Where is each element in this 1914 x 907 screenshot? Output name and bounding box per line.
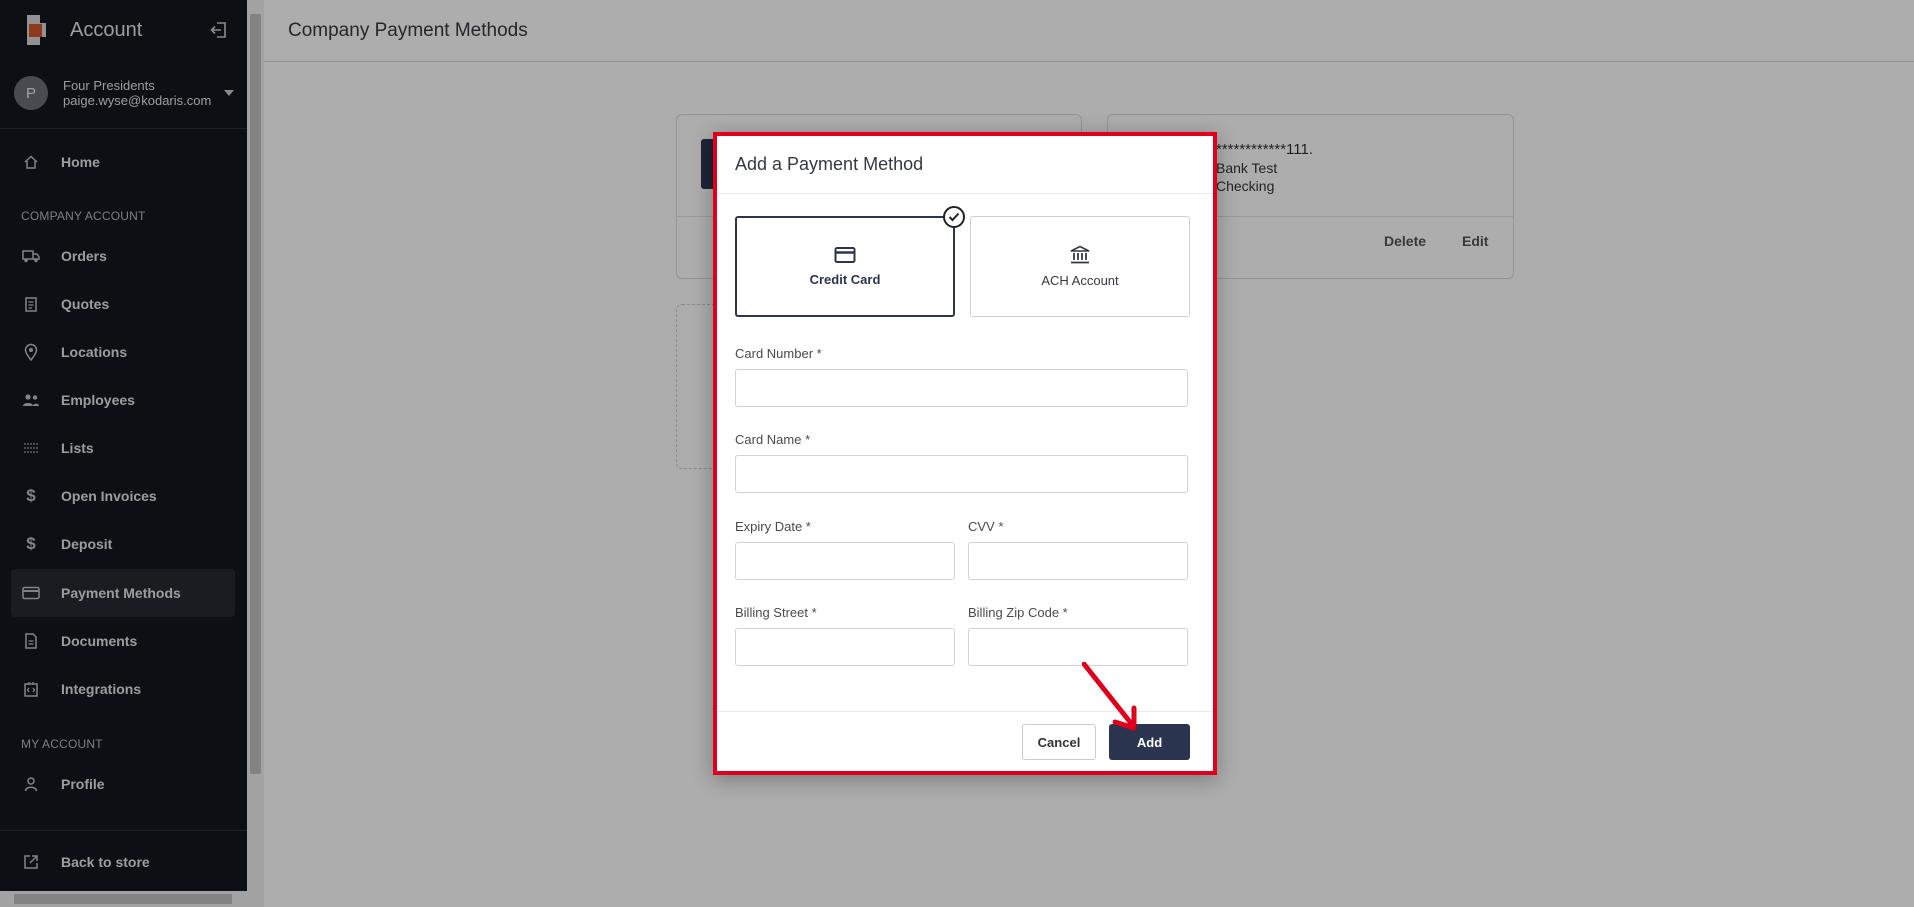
card-name-input[interactable] [735, 455, 1188, 493]
card-number-input[interactable] [735, 369, 1188, 407]
credit-card-icon [834, 247, 856, 263]
bank-icon [1070, 245, 1090, 264]
billing-zip-input[interactable] [968, 628, 1188, 666]
check-circle-icon [943, 206, 965, 228]
billing-street-input[interactable] [735, 628, 955, 666]
card-name-label: Card Name * [735, 432, 811, 447]
red-arrow-annotation [1082, 662, 1137, 731]
ach-account-option[interactable]: ACH Account [970, 216, 1190, 317]
credit-card-option[interactable]: Credit Card [735, 206, 965, 317]
cvv-label: CVV * [968, 519, 1004, 534]
modal-title: Add a Payment Method [717, 136, 1213, 194]
card-number-label: Card Number * [735, 346, 822, 361]
billing-zip-label: Billing Zip Code * [968, 605, 1068, 620]
billing-street-label: Billing Street * [735, 605, 817, 620]
cvv-input[interactable] [968, 542, 1188, 580]
expiry-date-label: Expiry Date * [735, 519, 811, 534]
expiry-date-input[interactable] [735, 542, 955, 580]
